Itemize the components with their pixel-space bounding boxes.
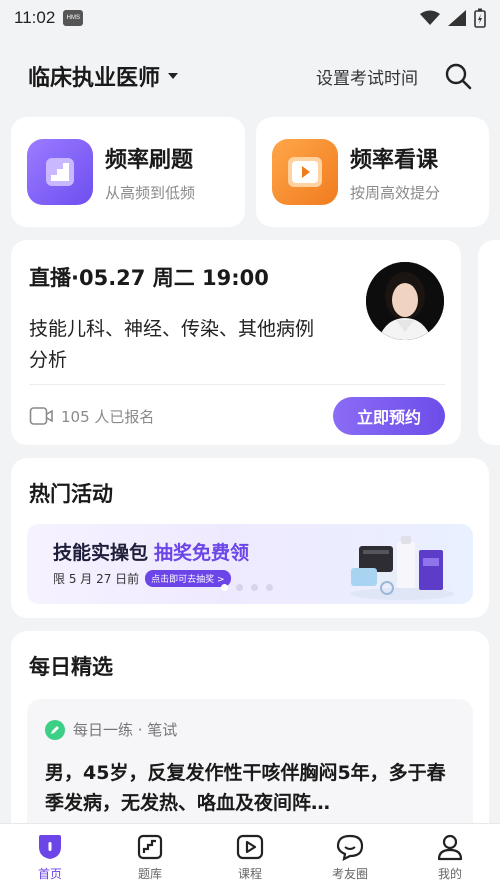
tab-question-bank[interactable]: 题库: [100, 824, 200, 889]
bottom-tab-bar: 首页 题库 课程 考友圈 我的: [0, 823, 500, 889]
play-icon: [236, 834, 264, 860]
caret-down-icon[interactable]: [168, 73, 179, 79]
page-header: 临床执业医师 设置考试时间: [0, 50, 500, 102]
question-text: 男，45岁，反复发作性干咳伴胸闷5年，多于春季发病，无发热、咯血及夜间阵…: [45, 762, 446, 814]
carousel-dot: [221, 584, 228, 591]
daily-picks-section: 每日精选 每日一练 · 笔试 男，45岁，反复发作性干咳伴胸闷5年，多于春季发病…: [11, 631, 489, 849]
tab-courses[interactable]: 课程: [200, 824, 300, 889]
chat-icon: [336, 834, 364, 861]
carousel-dot: [266, 584, 273, 591]
exam-type-title[interactable]: 临床执业医师: [28, 60, 160, 92]
carousel-dot: [251, 584, 258, 591]
video-icon: [29, 407, 53, 425]
tab-community-label: 考友圈: [331, 867, 368, 881]
teacher-avatar: [366, 262, 444, 340]
question-meta: 每日一练 · 笔试: [73, 721, 178, 739]
course-subtitle: 按周高效提分: [350, 183, 441, 202]
live-description: 技能儿科、神经、传染、其他病例分析: [29, 318, 315, 371]
tab-question-bank-label: 题库: [137, 867, 162, 881]
frequency-practice-card[interactable]: 频率刷题 从高频到低频: [11, 117, 245, 227]
battery-icon: [474, 8, 486, 28]
tab-home-label: 首页: [37, 867, 62, 881]
practice-subtitle: 从高频到低频: [105, 183, 196, 202]
tab-profile[interactable]: 我的: [400, 824, 500, 889]
course-title: 频率看课: [350, 147, 439, 173]
live-class-card[interactable]: 直播·05.27 周二 19:00 技能儿科、神经、传染、其他病例分析 105 …: [11, 240, 461, 445]
hot-activity-section: 热门活动 技能实操包 抽奖免费领 限 5 月 27 日前 点击即可去抽奖 >: [11, 458, 489, 618]
carousel-dot: [236, 584, 243, 591]
tab-community[interactable]: 考友圈: [300, 824, 400, 889]
carousel-indicator: [221, 584, 273, 591]
search-icon[interactable]: [444, 62, 472, 90]
course-play-icon: [272, 139, 338, 205]
tab-home[interactable]: 首页: [0, 824, 100, 889]
reserve-button[interactable]: 立即预约: [333, 397, 445, 435]
banner-deadline: 限 5 月 27 日前: [53, 572, 140, 586]
divider: [29, 384, 445, 385]
enroll-count: 105 人已报名: [61, 407, 155, 426]
pencil-icon: [45, 719, 65, 740]
banner-title-main: 技能实操包: [53, 542, 149, 564]
product-illustration: [350, 536, 454, 600]
activity-banner[interactable]: 技能实操包 抽奖免费领 限 5 月 27 日前 点击即可去抽奖 >: [27, 524, 473, 604]
status-bar: 11:02 HMS: [0, 0, 500, 36]
banner-pill[interactable]: 点击即可去抽奖 >: [145, 570, 231, 587]
banner-title: 技能实操包 抽奖免费领: [53, 538, 249, 565]
hot-activity-title: 热门活动: [29, 482, 113, 506]
frequency-course-card[interactable]: 频率看课 按周高效提分: [256, 117, 489, 227]
home-icon: [39, 835, 61, 859]
banner-title-accent: 抽奖免费领: [154, 542, 250, 564]
status-icons: [420, 8, 486, 28]
next-live-card-peek[interactable]: [478, 240, 500, 445]
practice-title: 频率刷题: [105, 147, 194, 173]
tab-courses-label: 课程: [237, 867, 262, 881]
practice-icon: [27, 139, 93, 205]
status-time: 11:02: [14, 8, 56, 27]
user-icon: [437, 834, 463, 861]
signal-icon: [448, 10, 466, 26]
set-exam-time-link[interactable]: 设置考试时间: [316, 64, 418, 89]
wifi-icon: [420, 10, 440, 25]
hms-badge: HMS: [63, 10, 84, 26]
tab-profile-label: 我的: [437, 867, 462, 881]
question-bank-icon: [137, 834, 163, 860]
daily-picks-title: 每日精选: [29, 655, 113, 679]
